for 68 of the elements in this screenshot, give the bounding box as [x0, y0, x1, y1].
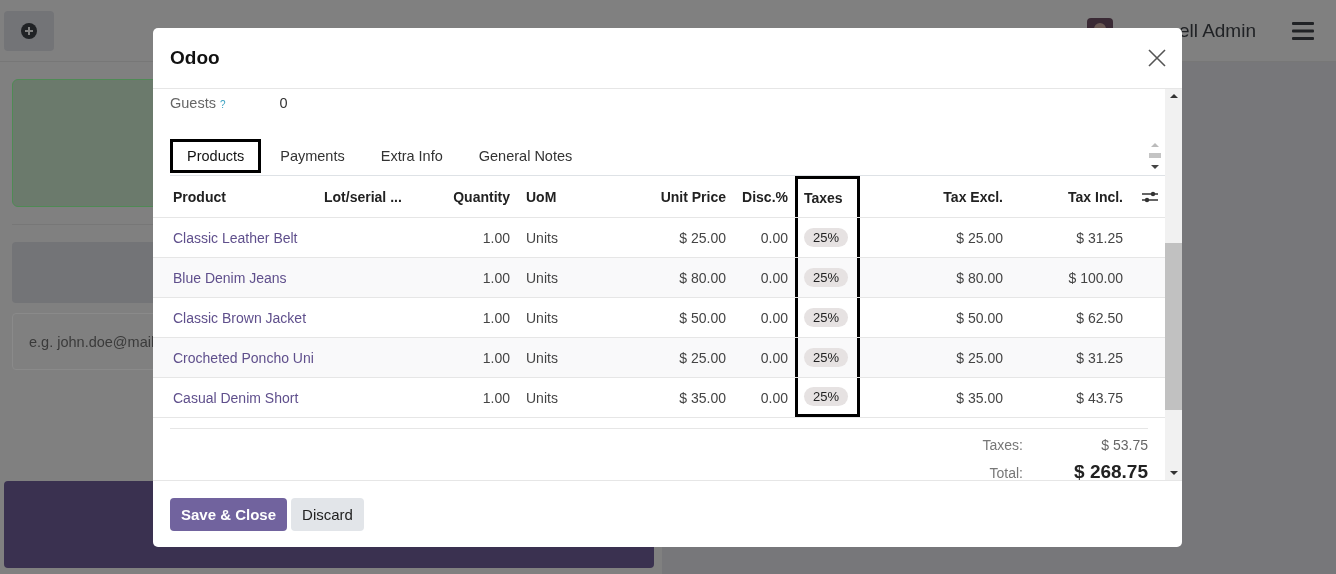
tax-badge: 25% — [804, 228, 849, 247]
tab[interactable]: Payments — [263, 138, 362, 173]
product-link[interactable]: Crocheted Poncho Uni — [173, 349, 314, 366]
quantity-cell: 1.00 — [482, 309, 510, 326]
discount-cell: 0.00 — [760, 229, 788, 246]
column-header[interactable]: Taxes — [795, 176, 860, 217]
new-button[interactable] — [4, 10, 54, 51]
column-header[interactable]: Product — [153, 176, 315, 217]
tax-incl-cell: $ 62.50 — [1076, 309, 1123, 326]
uom-cell: Units — [526, 309, 558, 326]
tax-excl-cell: $ 25.00 — [956, 229, 1003, 246]
uom-cell: Units — [526, 229, 558, 246]
tax-excl-cell: $ 35.00 — [956, 389, 1003, 406]
product-link[interactable]: Casual Denim Short — [173, 389, 299, 406]
tax-excl-cell: $ 50.00 — [956, 309, 1003, 326]
unit-price-cell: $ 50.00 — [679, 309, 726, 326]
tax-badge: 25% — [804, 386, 849, 406]
tax-incl-cell: $ 100.00 — [1068, 269, 1123, 286]
uom-cell: Units — [526, 389, 558, 406]
unit-price-cell: $ 80.00 — [679, 269, 726, 286]
column-header[interactable]: Unit Price — [610, 176, 733, 217]
tax-incl-cell: $ 31.25 — [1076, 229, 1123, 246]
tab[interactable]: General Notes — [461, 138, 590, 173]
tax-incl-cell: $ 31.25 — [1076, 349, 1123, 366]
discount-cell: 0.00 — [760, 389, 788, 406]
tax-incl-cell: $ 43.75 — [1076, 389, 1123, 406]
close-icon[interactable] — [1148, 49, 1166, 67]
tax-excl-cell: $ 25.00 — [956, 349, 1003, 366]
column-header[interactable]: UoM — [517, 176, 610, 217]
tax-badge: 25% — [804, 268, 849, 287]
column-header[interactable]: Disc.% — [733, 176, 795, 217]
sliders-icon[interactable] — [1142, 189, 1158, 204]
save-button[interactable]: Save & Close — [170, 497, 288, 531]
scrollbar[interactable] — [1165, 89, 1182, 480]
product-link[interactable]: Classic Leather Belt — [173, 229, 298, 246]
tax-badge: 25% — [804, 308, 849, 327]
product-link[interactable]: Classic Brown Jacket — [173, 309, 307, 326]
uom-cell: Units — [526, 269, 558, 286]
quantity-cell: 1.00 — [482, 349, 510, 366]
dialog-title: Odoo — [170, 47, 220, 69]
total-label: Taxes: — [981, 437, 1023, 453]
column-header[interactable]: Lot/serial ... — [315, 176, 410, 217]
tab[interactable]: Extra Info — [363, 138, 460, 173]
column-header[interactable]: Tax Excl. — [860, 176, 1010, 217]
discount-cell: 0.00 — [760, 269, 788, 286]
uom-cell: Units — [526, 349, 558, 366]
total-value: $ 268.75 — [1073, 461, 1148, 480]
unit-price-cell: $ 25.00 — [679, 229, 726, 246]
guests-value: 0 — [279, 95, 288, 111]
tax-badge: 25% — [804, 348, 849, 367]
tax-excl-cell: $ 80.00 — [956, 269, 1003, 286]
total-label: Total: — [988, 465, 1023, 480]
field-label: Guests — [170, 95, 216, 111]
discard-button[interactable]: Discard — [291, 497, 364, 531]
quantity-cell: 1.00 — [482, 389, 510, 406]
column-header[interactable]: Quantity — [410, 176, 517, 217]
column-header[interactable]: Tax Incl. — [1010, 176, 1130, 217]
product-link[interactable]: Blue Denim Jeans — [173, 269, 287, 286]
discount-cell: 0.00 — [760, 349, 788, 366]
quantity-cell: 1.00 — [482, 229, 510, 246]
quantity-cell: 1.00 — [482, 269, 510, 286]
menu-icon[interactable] — [1292, 21, 1314, 40]
tab[interactable]: Products — [170, 138, 262, 173]
unit-price-cell: $ 25.00 — [679, 349, 726, 366]
plus-icon — [21, 22, 37, 39]
discount-cell: 0.00 — [760, 309, 788, 326]
total-value: $ 53.75 — [1100, 437, 1148, 453]
unit-price-cell: $ 35.00 — [679, 389, 726, 406]
